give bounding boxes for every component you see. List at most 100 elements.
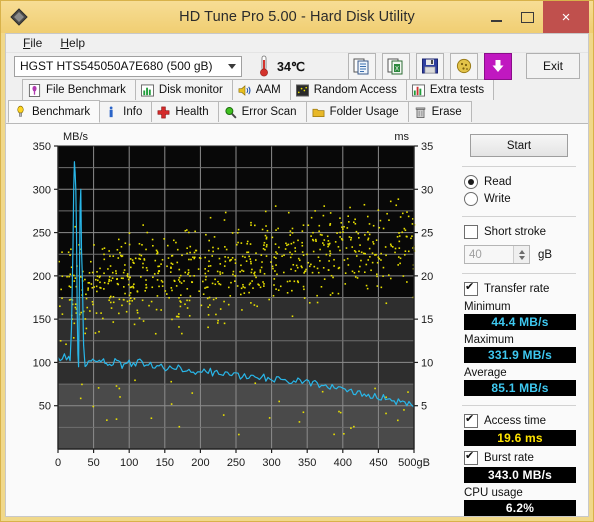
download-arrow-icon bbox=[489, 57, 507, 75]
save-button[interactable] bbox=[416, 52, 444, 80]
exit-button[interactable]: Exit bbox=[526, 53, 580, 79]
radio-read[interactable]: Read bbox=[460, 173, 578, 190]
drive-select-value: HGST HTS545050A7E680 (500 gB) bbox=[20, 59, 213, 73]
tab-label: Health bbox=[175, 106, 209, 118]
drive-select[interactable]: HGST HTS545050A7E680 (500 gB) bbox=[14, 55, 242, 77]
copy-to-spreadsheet-button[interactable]: X bbox=[382, 52, 410, 80]
tab-health[interactable]: Health bbox=[151, 101, 219, 122]
radio-read-icon bbox=[464, 174, 478, 189]
minimum-value: 44.4 MB/s bbox=[464, 314, 576, 330]
extra-chart-icon bbox=[411, 83, 425, 97]
cpu-usage-label: CPU usage bbox=[464, 487, 523, 499]
short-stroke-value: 40 bbox=[469, 248, 482, 261]
svg-text:30: 30 bbox=[421, 184, 433, 196]
controls-panel: Start Read Write Short stroke 40 gB ✔ Tr… bbox=[454, 124, 588, 516]
menu-help[interactable]: Help bbox=[51, 34, 94, 52]
benchmark-page: 50 100 150 200 250 300 350 5 10 15 20 25 30 35 0 50 100 1… bbox=[6, 123, 588, 516]
svg-text:200: 200 bbox=[191, 457, 209, 469]
options-button[interactable] bbox=[450, 52, 478, 80]
radio-read-label: Read bbox=[484, 175, 512, 188]
spinner-buttons[interactable] bbox=[513, 246, 529, 263]
average-value: 85.1 MB/s bbox=[464, 380, 576, 396]
magnifier-icon bbox=[225, 106, 237, 119]
radio-write[interactable]: Write bbox=[460, 190, 578, 207]
benchmark-chart: 50 100 150 200 250 300 350 5 10 15 20 25 30 35 0 50 100 1… bbox=[6, 124, 454, 516]
svg-text:ms: ms bbox=[394, 131, 409, 143]
average-label: Average bbox=[464, 367, 507, 379]
thermometer-icon bbox=[260, 55, 268, 77]
checkbox-burst-rate[interactable]: Burst rate bbox=[460, 449, 578, 466]
short-stroke-label: Short stroke bbox=[484, 225, 546, 238]
svg-text:5: 5 bbox=[421, 401, 427, 413]
tab-extra-tests[interactable]: Extra tests bbox=[405, 79, 495, 100]
tab-folder-usage[interactable]: Folder Usage bbox=[305, 101, 409, 122]
svg-text:150: 150 bbox=[156, 457, 174, 469]
tab-erase[interactable]: Erase bbox=[407, 101, 472, 122]
maximize-button[interactable] bbox=[512, 1, 543, 33]
svg-text:15: 15 bbox=[421, 314, 433, 326]
tab-benchmark[interactable]: Benchmark bbox=[8, 100, 101, 123]
svg-text:250: 250 bbox=[227, 457, 245, 469]
svg-text:20: 20 bbox=[421, 271, 433, 283]
speaker-icon bbox=[238, 84, 251, 96]
burst-rate-label: Burst rate bbox=[484, 451, 534, 464]
checkbox-short-stroke[interactable]: Short stroke bbox=[460, 223, 578, 240]
checkbox-transfer-rate[interactable]: Transfer rate bbox=[460, 280, 578, 297]
diamond-logo-icon bbox=[10, 8, 28, 26]
svg-text:0: 0 bbox=[55, 457, 61, 469]
app-window: HD Tune Pro 5.00 - Hard Disk Utility × F… bbox=[0, 0, 594, 522]
window-controls: × bbox=[481, 1, 593, 33]
minimum-label: Minimum bbox=[464, 301, 511, 313]
close-button[interactable]: × bbox=[543, 1, 589, 33]
svg-text:35: 35 bbox=[421, 141, 433, 153]
minimize-icon bbox=[491, 20, 502, 22]
tab-file-benchmark[interactable]: File Benchmark bbox=[22, 79, 136, 100]
tab-disk-monitor[interactable]: Disk monitor bbox=[134, 79, 233, 100]
svg-text:200: 200 bbox=[33, 271, 51, 283]
start-button[interactable]: Start bbox=[470, 134, 568, 157]
svg-text:25: 25 bbox=[421, 228, 433, 240]
tab-error-scan[interactable]: Error Scan bbox=[217, 101, 307, 122]
tab-info[interactable]: Info bbox=[99, 101, 153, 122]
temperature-value: 34℃ bbox=[277, 59, 305, 74]
menu-bar: File Help bbox=[6, 34, 588, 53]
chevron-down-icon bbox=[228, 63, 236, 69]
trash-icon bbox=[415, 107, 425, 118]
tab-random-access[interactable]: Random Access bbox=[289, 79, 407, 100]
transfer-rate-checkbox-icon bbox=[464, 280, 478, 296]
temperature-indicator: 34℃ bbox=[258, 55, 305, 77]
tab-aam[interactable]: AAM bbox=[231, 79, 291, 100]
svg-text:150: 150 bbox=[33, 314, 51, 326]
tab-label: Error Scan bbox=[241, 106, 297, 118]
maximum-value: 331.9 MB/s bbox=[464, 347, 576, 363]
save-icon bbox=[422, 58, 438, 74]
radio-write-label: Write bbox=[484, 192, 511, 205]
svg-text:10: 10 bbox=[421, 357, 433, 369]
svg-text:100: 100 bbox=[120, 457, 138, 469]
download-button[interactable] bbox=[484, 52, 512, 80]
copy-button[interactable] bbox=[348, 52, 376, 80]
tab-label: Disk monitor bbox=[158, 84, 223, 96]
cookie-icon bbox=[456, 58, 472, 74]
menu-help-label: elp bbox=[69, 36, 86, 50]
copy-excel-icon: X bbox=[387, 58, 403, 75]
svg-text:X: X bbox=[395, 67, 399, 73]
svg-text:350: 350 bbox=[33, 141, 51, 153]
menu-file[interactable]: File bbox=[14, 34, 51, 52]
svg-text:350: 350 bbox=[298, 457, 316, 469]
health-cross-icon bbox=[157, 106, 170, 118]
access-time-label: Access time bbox=[484, 414, 546, 427]
minimize-button[interactable] bbox=[481, 1, 512, 33]
radio-write-icon bbox=[464, 191, 478, 206]
transfer-rate-plot: 5010015020025030035051015202530350 50 100 1… bbox=[6, 124, 454, 494]
svg-text:50: 50 bbox=[39, 401, 51, 413]
spinner-up-icon bbox=[518, 249, 525, 254]
svg-text:300: 300 bbox=[262, 457, 280, 469]
tab-label: Info bbox=[123, 106, 143, 118]
checkbox-access-time[interactable]: Access time bbox=[460, 412, 578, 429]
toolbar: HGST HTS545050A7E680 (500 gB) 34℃ X Exit bbox=[6, 52, 588, 80]
burst-rate-checkbox-icon bbox=[464, 449, 478, 465]
short-stroke-input[interactable]: 40 bbox=[464, 245, 530, 264]
tab-label: Extra tests bbox=[429, 84, 485, 96]
short-stroke-checkbox-icon bbox=[464, 224, 478, 239]
